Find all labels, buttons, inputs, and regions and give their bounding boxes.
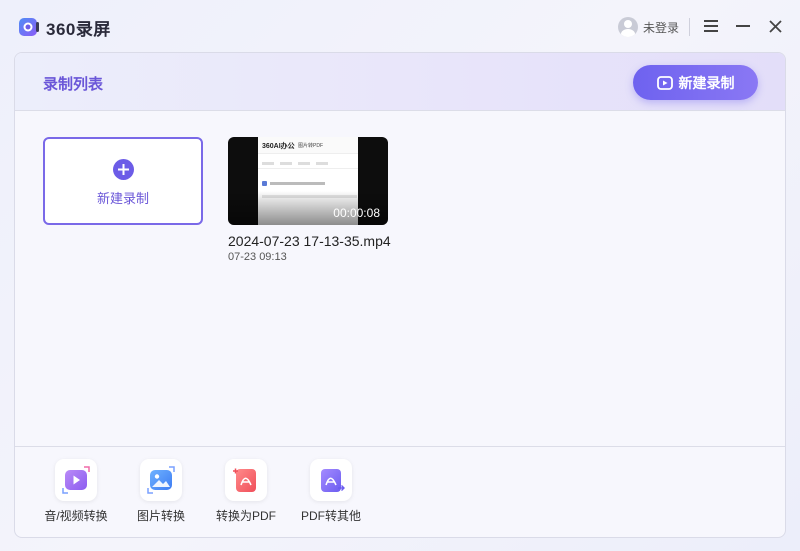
to-pdf-icon — [225, 459, 267, 501]
section-title: 录制列表 — [43, 76, 104, 93]
new-record-button[interactable]: 新建录制 — [633, 65, 758, 100]
tool-pdf-to-other[interactable]: PDF转其他 — [286, 457, 376, 527]
tools-divider — [15, 446, 785, 447]
pdf-to-other-icon — [310, 459, 352, 501]
new-record-card-label: 新建录制 — [96, 191, 149, 206]
thumbnail-logo-text: 360AI办公 — [262, 143, 295, 150]
thumbnail-subtitle-text: 图片转PDF — [298, 143, 324, 149]
user-label: 未登录 — [643, 20, 680, 35]
video-duration: 00:00:08 — [333, 206, 380, 220]
tool-media-convert[interactable]: 音/视频转换 — [31, 457, 121, 527]
title-bar: 360录屏 未登录 — [0, 0, 800, 52]
video-thumbnail[interactable]: 360AI办公 图片转PDF 00:00:08 — [228, 137, 388, 225]
menu-button[interactable] — [699, 14, 723, 38]
hamburger-icon — [704, 20, 718, 32]
titlebar-divider — [689, 18, 690, 36]
panel-header: 录制列表 新建录制 — [15, 53, 785, 111]
video-filename[interactable]: 2024-07-23 17-13-35.mp4 — [228, 233, 391, 249]
app-title: 360录屏 — [46, 20, 111, 39]
close-icon — [768, 19, 782, 33]
new-record-button-label: 新建录制 — [678, 74, 735, 91]
video-date: 07-23 09:13 — [228, 251, 287, 263]
user-login[interactable]: 未登录 — [618, 16, 679, 38]
image-convert-icon — [140, 459, 182, 501]
record-icon — [656, 75, 673, 90]
minimize-icon — [736, 25, 750, 27]
minimize-button[interactable] — [731, 14, 755, 38]
main-panel: 录制列表 新建录制 新建录制 360AI办公 图片转PDF 00:00:08 2… — [14, 52, 786, 538]
tool-label: PDF转其他 — [300, 509, 361, 523]
plus-icon — [113, 159, 134, 180]
tool-label: 转换为PDF — [215, 509, 276, 523]
tool-to-pdf[interactable]: 转换为PDF — [201, 457, 291, 527]
tool-label: 音/视频转换 — [44, 509, 108, 523]
media-convert-icon — [55, 459, 97, 501]
close-button[interactable] — [763, 14, 787, 38]
app-logo-icon — [19, 18, 39, 36]
avatar-icon — [618, 17, 638, 37]
new-record-card[interactable]: 新建录制 — [43, 137, 203, 225]
tool-image-convert[interactable]: 图片转换 — [116, 457, 206, 527]
tool-label: 图片转换 — [136, 509, 185, 523]
